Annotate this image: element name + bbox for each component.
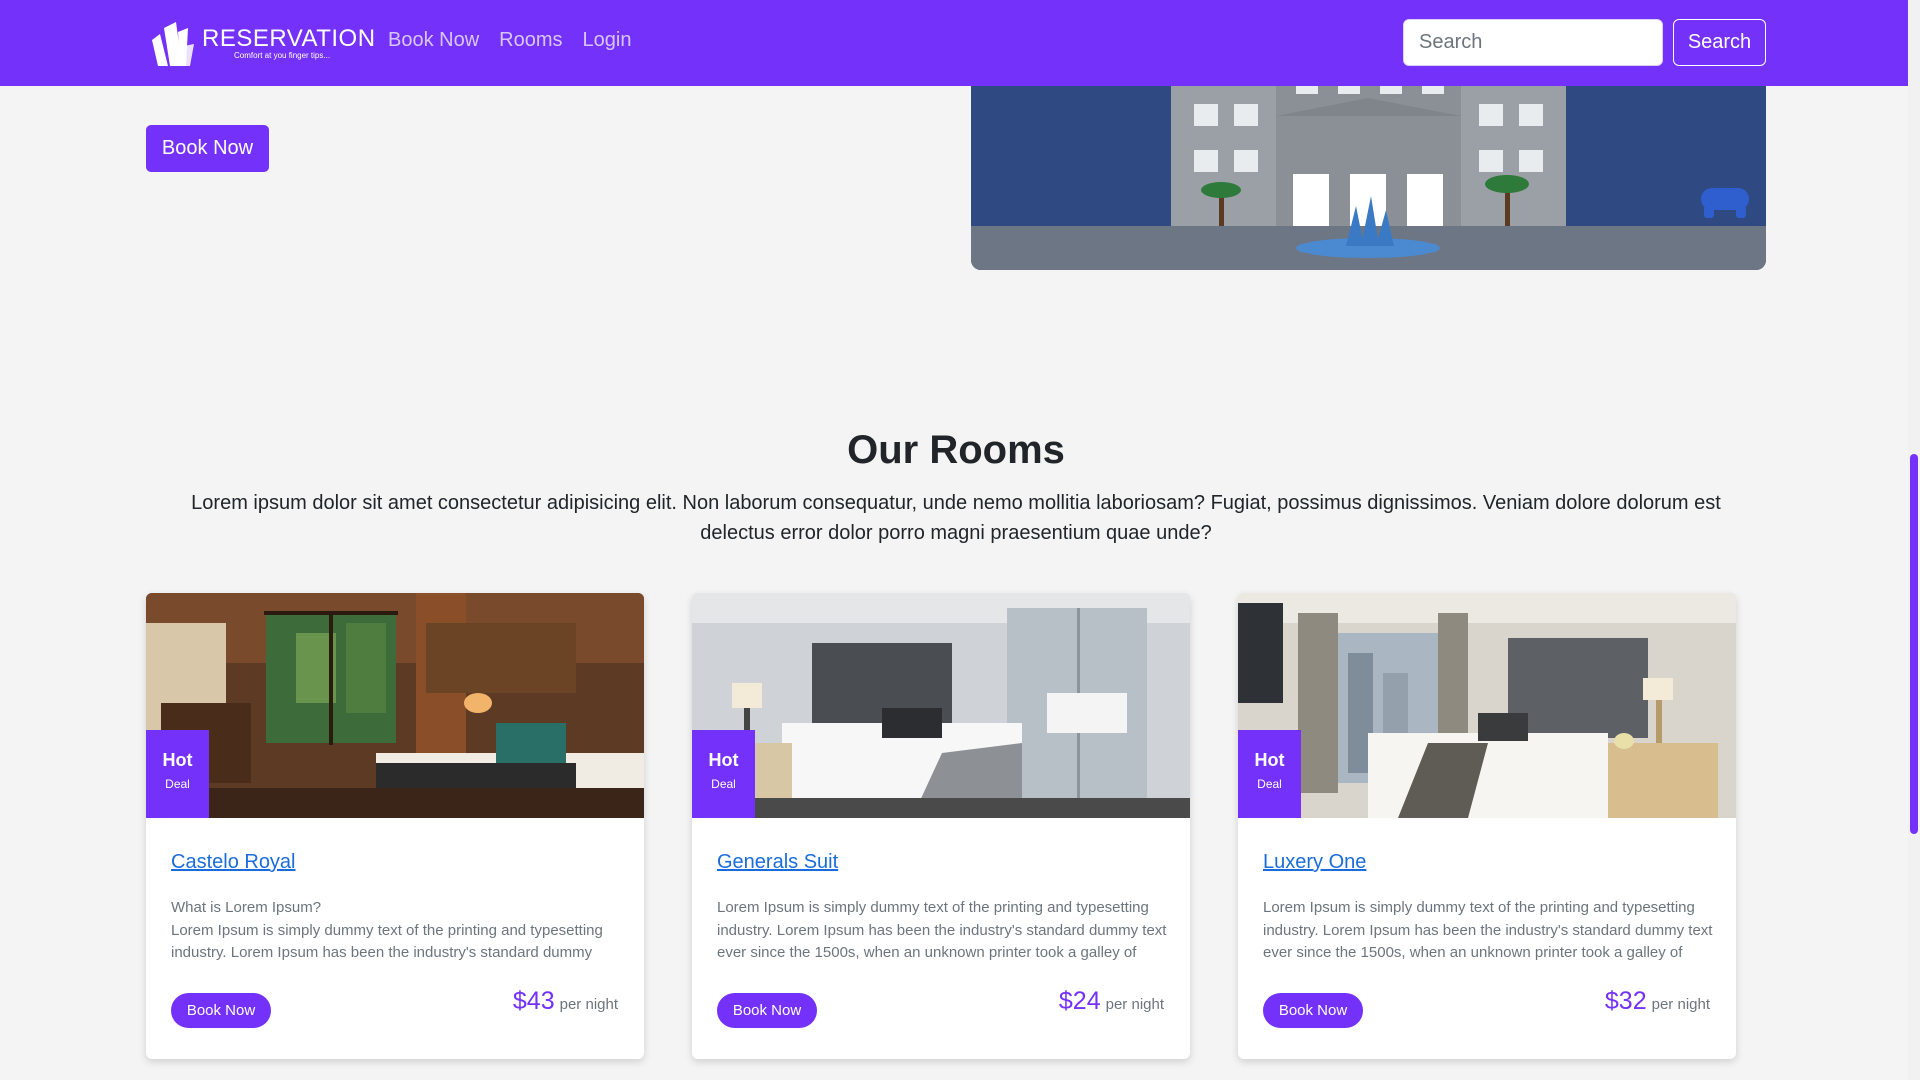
room-description: Lorem Ipsum is simply dummy text of the … <box>717 899 1167 961</box>
price-unit: per night <box>1105 996 1164 1013</box>
room-description: Lorem Ipsum is simply dummy text of the … <box>1263 899 1713 961</box>
navbar: RESERVATION Comfort at you finger tips..… <box>0 0 1908 86</box>
price-amount: $24 <box>1058 987 1101 1015</box>
hero-book-now-button[interactable]: Book Now <box>146 125 269 172</box>
room-title-link[interactable]: Generals Suit <box>717 851 838 874</box>
rooms-section-description: Lorem ipsum dolor sit amet consectetur a… <box>191 492 1721 544</box>
room-price: $32 per night <box>1605 987 1710 1016</box>
room-card-castelo-royal: Hot Deal Castelo Royal What is Lorem Ips… <box>146 593 644 1059</box>
brand-name: RESERVATION <box>202 24 376 52</box>
nav-link-book-now[interactable]: Book Now <box>388 29 479 52</box>
badge-hot-label: Hot <box>708 750 739 770</box>
badge-deal-label: Deal <box>1257 777 1282 791</box>
nav-menu: Book Now Rooms Login <box>388 29 631 52</box>
nav-link-login[interactable]: Login <box>583 29 632 52</box>
search-input[interactable] <box>1403 19 1663 66</box>
price-amount: $32 <box>1604 987 1647 1015</box>
hot-deal-badge: Hot Deal <box>692 730 755 818</box>
price-unit: per night <box>1651 996 1710 1013</box>
hotel-logo-icon <box>152 22 194 66</box>
room-photo <box>692 593 1190 818</box>
badge-deal-label: Deal <box>165 777 190 791</box>
room-description: What is Lorem Ipsum? Lorem Ipsum is simp… <box>171 899 603 961</box>
room-photo <box>146 593 644 818</box>
room-card-generals-suit: Hot Deal Generals Suit Lorem Ipsum is si… <box>692 593 1190 1059</box>
hot-deal-badge: Hot Deal <box>1238 730 1301 818</box>
page-scrollbar[interactable] <box>1908 0 1920 1080</box>
room-book-now-button[interactable]: Book Now <box>717 993 817 1028</box>
price-unit: per night <box>559 996 618 1013</box>
price-amount: $43 <box>512 987 555 1015</box>
brand-logo[interactable]: RESERVATION Comfort at you finger tips..… <box>146 16 376 70</box>
room-card-luxery-one: Hot Deal Luxery One Lorem Ipsum is simpl… <box>1238 593 1736 1059</box>
room-title-link[interactable]: Castelo Royal <box>171 851 296 874</box>
badge-deal-label: Deal <box>711 777 736 791</box>
room-title-link[interactable]: Luxery One <box>1263 851 1366 874</box>
badge-hot-label: Hot <box>1254 750 1285 770</box>
scrollbar-thumb[interactable] <box>1910 454 1918 834</box>
room-photo <box>1238 593 1736 818</box>
room-price: $43 per night <box>513 987 618 1016</box>
nav-link-rooms[interactable]: Rooms <box>499 29 562 52</box>
hero-hotel-illustration <box>971 86 1766 270</box>
search-button[interactable]: Search <box>1673 19 1766 66</box>
brand-tagline: Comfort at you finger tips... <box>234 50 331 60</box>
room-book-now-button[interactable]: Book Now <box>1263 993 1363 1028</box>
room-book-now-button[interactable]: Book Now <box>171 993 271 1028</box>
badge-hot-label: Hot <box>162 750 193 770</box>
room-price: $24 per night <box>1059 987 1164 1016</box>
rooms-section-title: Our Rooms <box>847 428 1065 472</box>
hot-deal-badge: Hot Deal <box>146 730 209 818</box>
